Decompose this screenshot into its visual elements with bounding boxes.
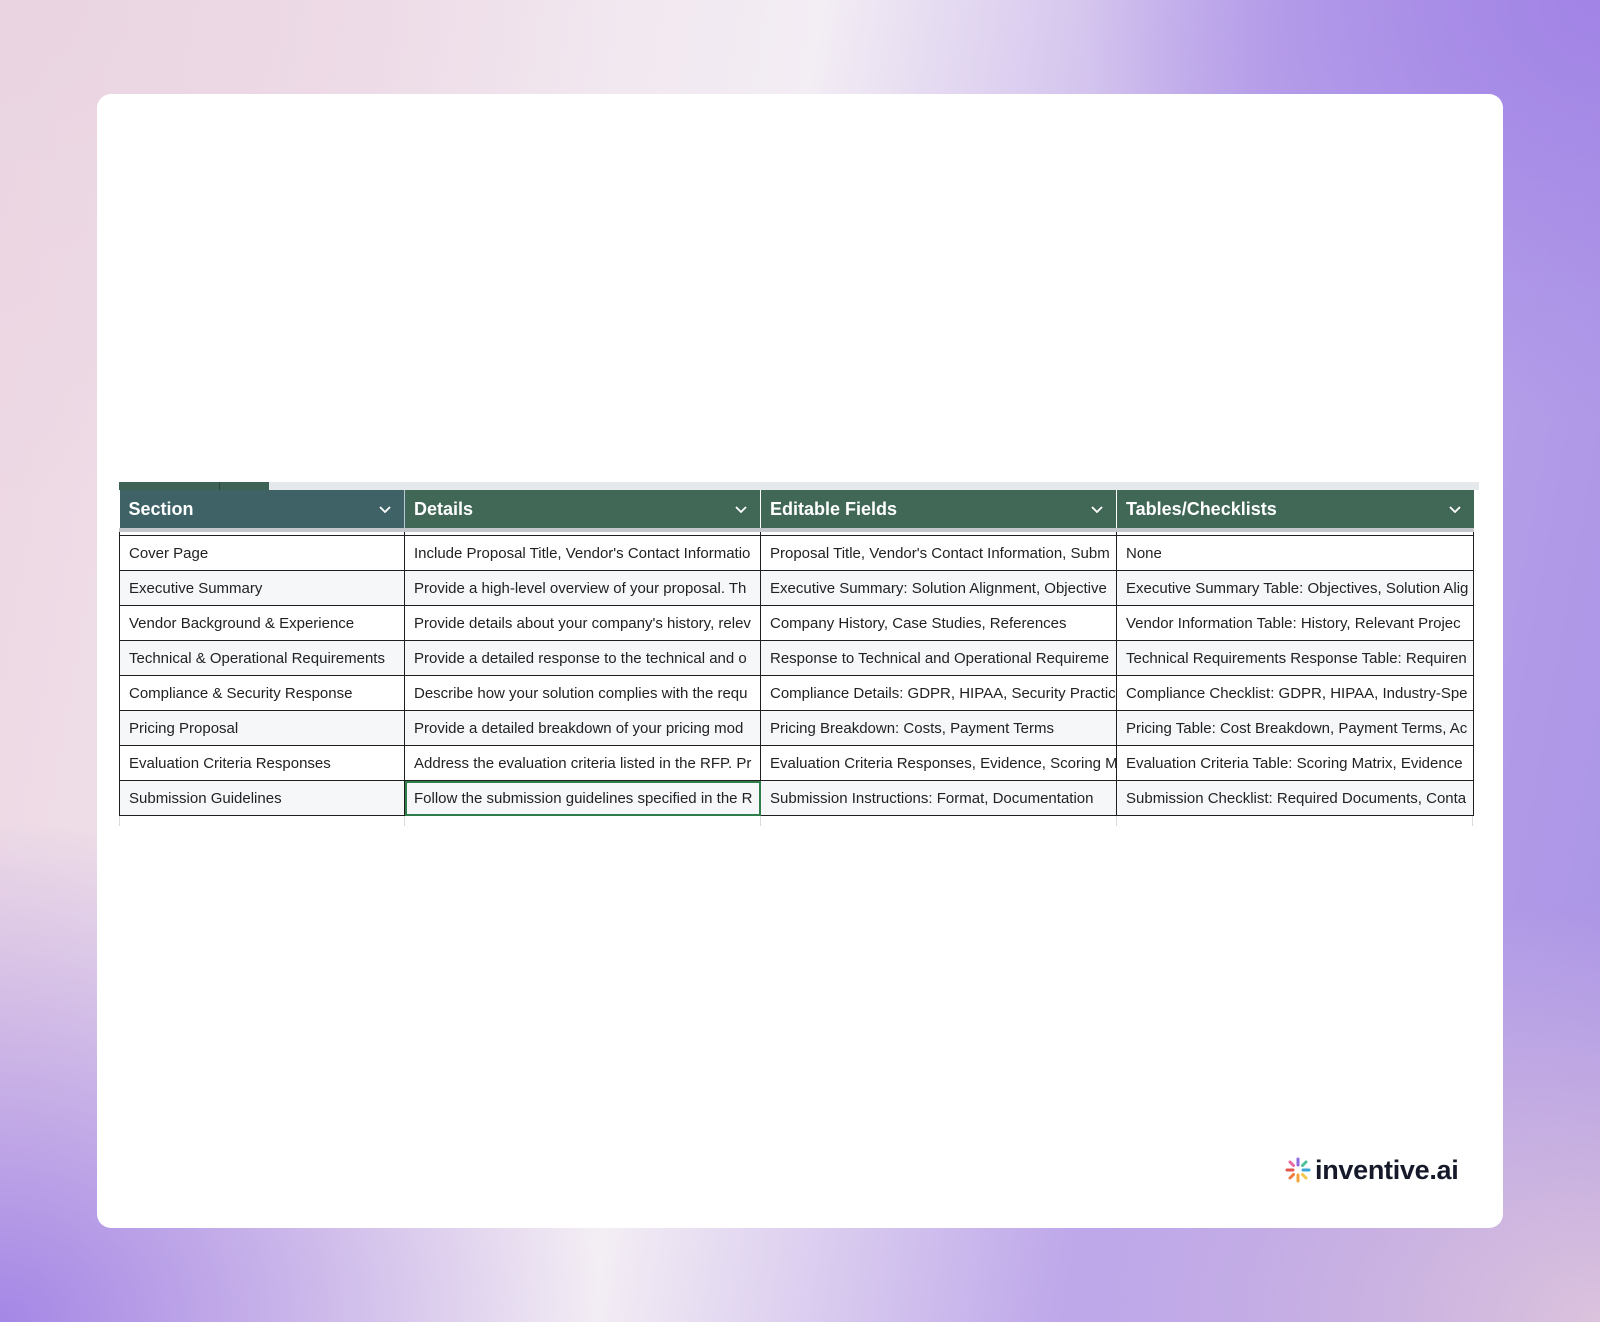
table-tab-marker — [119, 482, 269, 490]
table-cell[interactable]: Compliance Checklist: GDPR, HIPAA, Indus… — [1116, 675, 1474, 711]
table-cell[interactable]: Response to Technical and Operational Re… — [760, 640, 1117, 676]
column-header-label: Details — [414, 498, 474, 519]
sparkle-logo-icon — [1285, 1157, 1311, 1183]
table-cell[interactable]: Provide a high-level overview of your pr… — [404, 570, 761, 606]
column-header-label: Tables/Checklists — [1126, 498, 1277, 519]
column-header-editable-fields[interactable]: Editable Fields — [760, 490, 1117, 532]
table-cell[interactable]: Evaluation Criteria Responses — [119, 745, 405, 781]
table-cell[interactable]: Technical & Operational Requirements — [119, 640, 405, 676]
table-cell[interactable]: Submission Guidelines — [119, 780, 405, 816]
table-row: Cover Page Include Proposal Title, Vendo… — [119, 535, 1474, 571]
table-cell[interactable]: Submission Instructions: Format, Documen… — [760, 780, 1117, 816]
table-row: Pricing Proposal Provide a detailed brea… — [119, 710, 1474, 746]
table-row: Vendor Background & Experience Provide d… — [119, 605, 1474, 641]
table-cell[interactable]: None — [1116, 535, 1474, 571]
table-cell[interactable]: Vendor Information Table: History, Relev… — [1116, 605, 1474, 641]
table-cell[interactable]: Compliance Details: GDPR, HIPAA, Securit… — [760, 675, 1117, 711]
table-cell[interactable]: Company History, Case Studies, Reference… — [760, 605, 1117, 641]
sheet-toolbar-strip — [119, 482, 1479, 490]
table-cell[interactable]: Cover Page — [119, 535, 405, 571]
table-row: Executive Summary Provide a high-level o… — [119, 570, 1474, 606]
chevron-down-icon[interactable] — [1090, 502, 1104, 516]
column-header-details[interactable]: Details — [404, 490, 761, 532]
table-cell[interactable]: Provide a detailed response to the techn… — [404, 640, 761, 676]
table-cell[interactable]: Technical Requirements Response Table: R… — [1116, 640, 1474, 676]
table-cell[interactable]: Submission Checklist: Required Documents… — [1116, 780, 1474, 816]
table-row: Technical & Operational Requirements Pro… — [119, 640, 1474, 676]
chevron-down-icon[interactable] — [378, 502, 392, 516]
table-row: Compliance & Security Response Describe … — [119, 675, 1474, 711]
selected-table-cell[interactable]: Follow the submission guidelines specifi… — [404, 780, 761, 816]
spreadsheet: Section Details Editable Fields Tables/C… — [119, 482, 1479, 826]
table-cell[interactable]: Pricing Table: Cost Breakdown, Payment T… — [1116, 710, 1474, 746]
table-cell[interactable]: Evaluation Criteria Table: Scoring Matri… — [1116, 745, 1474, 781]
table-cell[interactable]: Include Proposal Title, Vendor's Contact… — [404, 535, 761, 571]
table-cell[interactable]: Executive Summary Table: Objectives, Sol… — [1116, 570, 1474, 606]
table-cell[interactable]: Compliance & Security Response — [119, 675, 405, 711]
content-card: Section Details Editable Fields Tables/C… — [97, 94, 1503, 1228]
table-cell[interactable]: Address the evaluation criteria listed i… — [404, 745, 761, 781]
table-cell[interactable]: Pricing Proposal — [119, 710, 405, 746]
table-cell[interactable]: Vendor Background & Experience — [119, 605, 405, 641]
table-cell[interactable]: Evaluation Criteria Responses, Evidence,… — [760, 745, 1117, 781]
column-header-section[interactable]: Section — [119, 490, 405, 532]
header-row: Section Details Editable Fields Tables/C… — [119, 490, 1474, 532]
chevron-down-icon[interactable] — [734, 502, 748, 516]
column-header-label: Editable Fields — [770, 498, 898, 519]
table-cell[interactable]: Executive Summary — [119, 570, 405, 606]
chevron-down-icon[interactable] — [1448, 502, 1462, 516]
brand-logo: inventive.ai — [1285, 1152, 1459, 1188]
table-cell[interactable]: Describe how your solution complies with… — [404, 675, 761, 711]
table-cell[interactable]: Proposal Title, Vendor's Contact Informa… — [760, 535, 1117, 571]
column-header-tables-checklists[interactable]: Tables/Checklists — [1116, 490, 1474, 532]
table-cell[interactable]: Provide a detailed breakdown of your pri… — [404, 710, 761, 746]
table-cell[interactable]: Pricing Breakdown: Costs, Payment Terms — [760, 710, 1117, 746]
table-cell[interactable]: Provide details about your company's his… — [404, 605, 761, 641]
table-row: Evaluation Criteria Responses Address th… — [119, 745, 1474, 781]
brand-name: inventive.ai — [1315, 1154, 1459, 1185]
table-cell[interactable]: Executive Summary: Solution Alignment, O… — [760, 570, 1117, 606]
column-header-label: Section — [128, 498, 194, 519]
table-row: Submission Guidelines Follow the submiss… — [119, 780, 1474, 816]
grid-continuation — [119, 816, 1473, 826]
data-table: Section Details Editable Fields Tables/C… — [119, 490, 1474, 816]
